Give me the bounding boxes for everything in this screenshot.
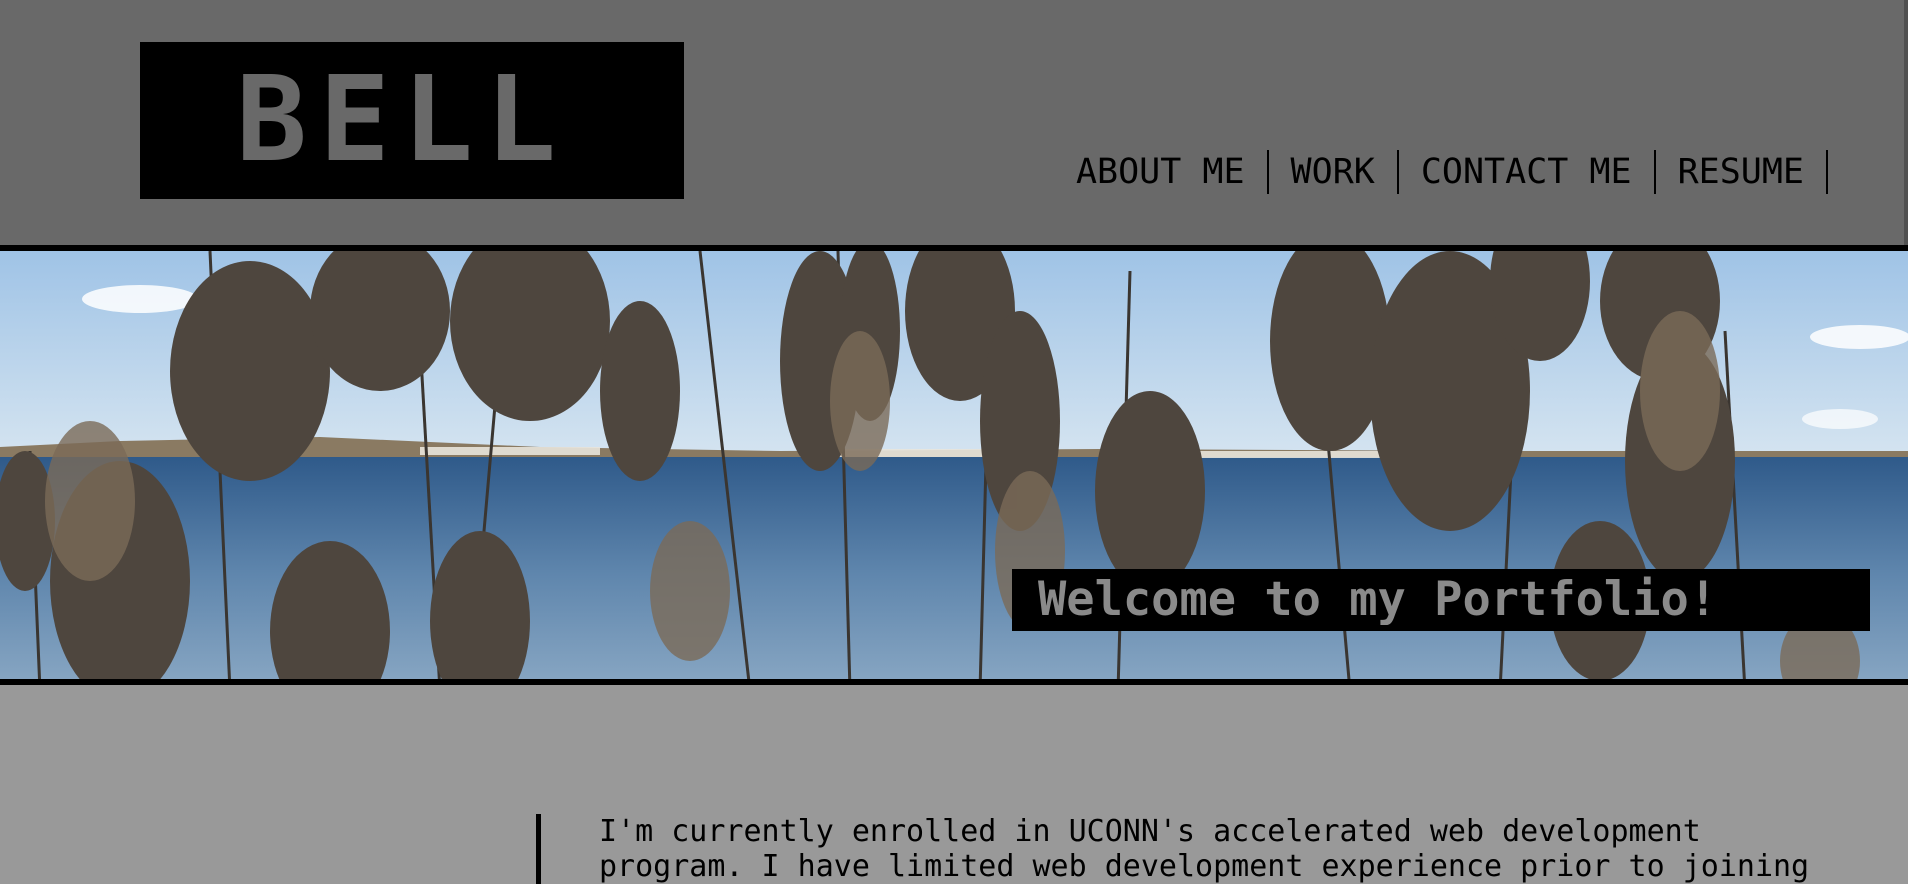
logo-text: BELL [236,50,569,188]
main-nav: ABOUT ME WORK CONTACT ME RESUME [1054,148,1828,196]
logo[interactable]: BELL [140,42,684,199]
hero-banner: Welcome to my Portfolio! [0,245,1908,685]
site-header: BELL ABOUT ME WORK CONTACT ME RESUME [0,0,1908,245]
welcome-text: Welcome to my Portfolio! [1038,572,1718,627]
about-text: I'm currently enrolled in UCONN's accele… [599,814,1810,884]
nav-work[interactable]: WORK [1269,150,1399,194]
about-section: I'm currently enrolled in UCONN's accele… [536,814,1899,884]
nav-contact-me[interactable]: CONTACT ME [1399,150,1656,194]
nav-about-me[interactable]: ABOUT ME [1054,150,1269,194]
welcome-banner: Welcome to my Portfolio! [1012,569,1870,631]
nav-resume[interactable]: RESUME [1656,150,1828,194]
